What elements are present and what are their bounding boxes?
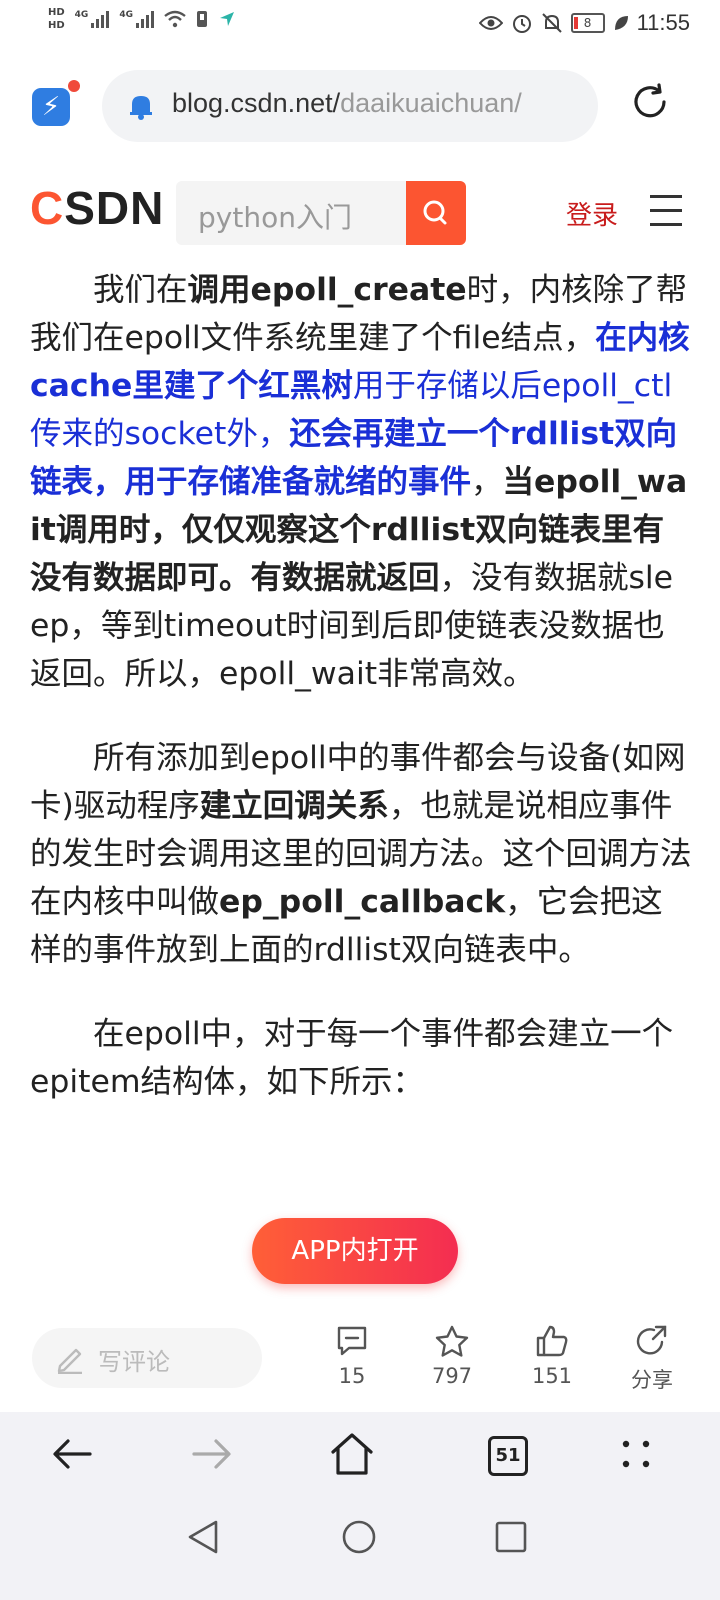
paragraph-1: 我们在调用epoll_create时，内核除了帮我们在epoll文件系统里建了个… [30,266,692,698]
system-home-icon[interactable] [340,1518,378,1556]
comment-input[interactable]: 写评论 [32,1328,262,1388]
location-arrow-icon [219,12,234,26]
search-icon [423,200,447,225]
share-button[interactable]: 分享 [617,1324,687,1394]
like-count: 151 [531,1364,573,1388]
browser-toolbar: 51 [0,1412,720,1496]
mute-bell-icon [541,13,562,33]
signal-icon-2: 4G [119,10,154,28]
open-in-app-button[interactable]: APP内打开 [252,1218,458,1284]
site-header: CSDN python入门 登录 [0,165,720,257]
comment-count-button[interactable]: 15 [317,1324,387,1388]
article-body: 我们在调用epoll_create时，内核除了帮我们在epoll文件系统里建了个… [30,266,692,1142]
favorite-count: 797 [431,1364,473,1388]
text-run: 在epoll中，对于每一个事件都会建立一个epitem结构体，如下所示： [30,1016,674,1100]
text-run: ， [471,464,503,500]
clock: 11:55 [636,10,690,35]
net-label-2: 4G [119,10,133,20]
article-action-bar: 写评论 15 797 151 分享 [0,1320,720,1406]
thumbs-up-icon [536,1325,568,1357]
search-input[interactable]: python入门 [198,196,352,236]
notification-dot [68,80,80,92]
logo-rest: SDN [64,182,165,234]
status-bar: HD HD 4G 4G 8 11:55 [0,0,720,50]
eye-icon [478,16,503,30]
search-button[interactable] [406,181,466,245]
net-label-1: 4G [74,10,89,20]
text-run: 调用epoll_create [187,272,467,308]
url-text[interactable]: blog.csdn.net/daaikuaichuan/ [172,88,522,119]
address-bar[interactable]: blog.csdn.net/daaikuaichuan/ [102,70,598,142]
star-icon [435,1325,469,1357]
forward-arrow-icon[interactable] [188,1430,236,1478]
hd-label-2: HD [48,20,65,31]
comment-count: 15 [338,1364,366,1388]
login-link[interactable]: 登录 [566,195,618,232]
text-run: 我们在 [93,272,188,308]
wifi-icon [164,10,186,28]
site-search[interactable]: python入门 [176,181,466,245]
battery-level: 8 [583,16,592,30]
favorite-button[interactable]: 797 [417,1324,487,1388]
signal-icon-1: 4G [75,10,110,28]
lightning-app-icon[interactable]: ⚡ [32,88,70,126]
paragraph-3: 在epoll中，对于每一个事件都会建立一个epitem结构体，如下所示： [30,1010,692,1106]
text-run: 建立回调关系 [199,788,389,824]
comment-icon [337,1326,367,1356]
hd-label-1: HD [48,7,65,18]
reload-icon[interactable] [628,80,672,124]
status-right-icons: 8 11:55 [478,10,690,36]
pen-icon [57,1348,82,1374]
logo-c: C [30,182,65,234]
share-icon [636,1325,667,1355]
browser-address-row: ⚡ blog.csdn.net/daaikuaichuan/ [0,62,720,146]
menu-icon[interactable] [650,195,682,237]
system-recents-icon[interactable] [494,1520,528,1554]
tabs-button[interactable]: 51 [488,1436,528,1476]
back-arrow-icon[interactable] [48,1430,96,1478]
leaf-icon [614,16,628,30]
more-dots-icon[interactable] [612,1430,660,1478]
url-host: blog.csdn.net/ [172,88,341,118]
like-button[interactable]: 151 [517,1324,587,1388]
system-navigation-bar [0,1496,720,1600]
status-left-icons: HD HD 4G 4G [48,6,236,32]
share-label: 分享 [631,1368,673,1392]
text-run: ep_poll_callback [219,884,506,920]
alarm-icon [512,15,531,33]
battery-icon: 8 [570,13,605,33]
home-icon[interactable] [328,1430,376,1478]
url-path: daaikuaichuan/ [340,88,522,118]
sim-icon [196,11,207,27]
csdn-logo[interactable]: CSDN [30,181,164,235]
paragraph-2: 所有添加到epoll中的事件都会与设备(如网卡)驱动程序建立回调关系，也就是说相… [30,734,692,974]
bell-icon[interactable] [128,92,154,120]
hd-indicator: HD HD [48,6,65,32]
system-back-icon[interactable] [186,1518,220,1556]
comment-placeholder: 写评论 [98,1348,170,1376]
